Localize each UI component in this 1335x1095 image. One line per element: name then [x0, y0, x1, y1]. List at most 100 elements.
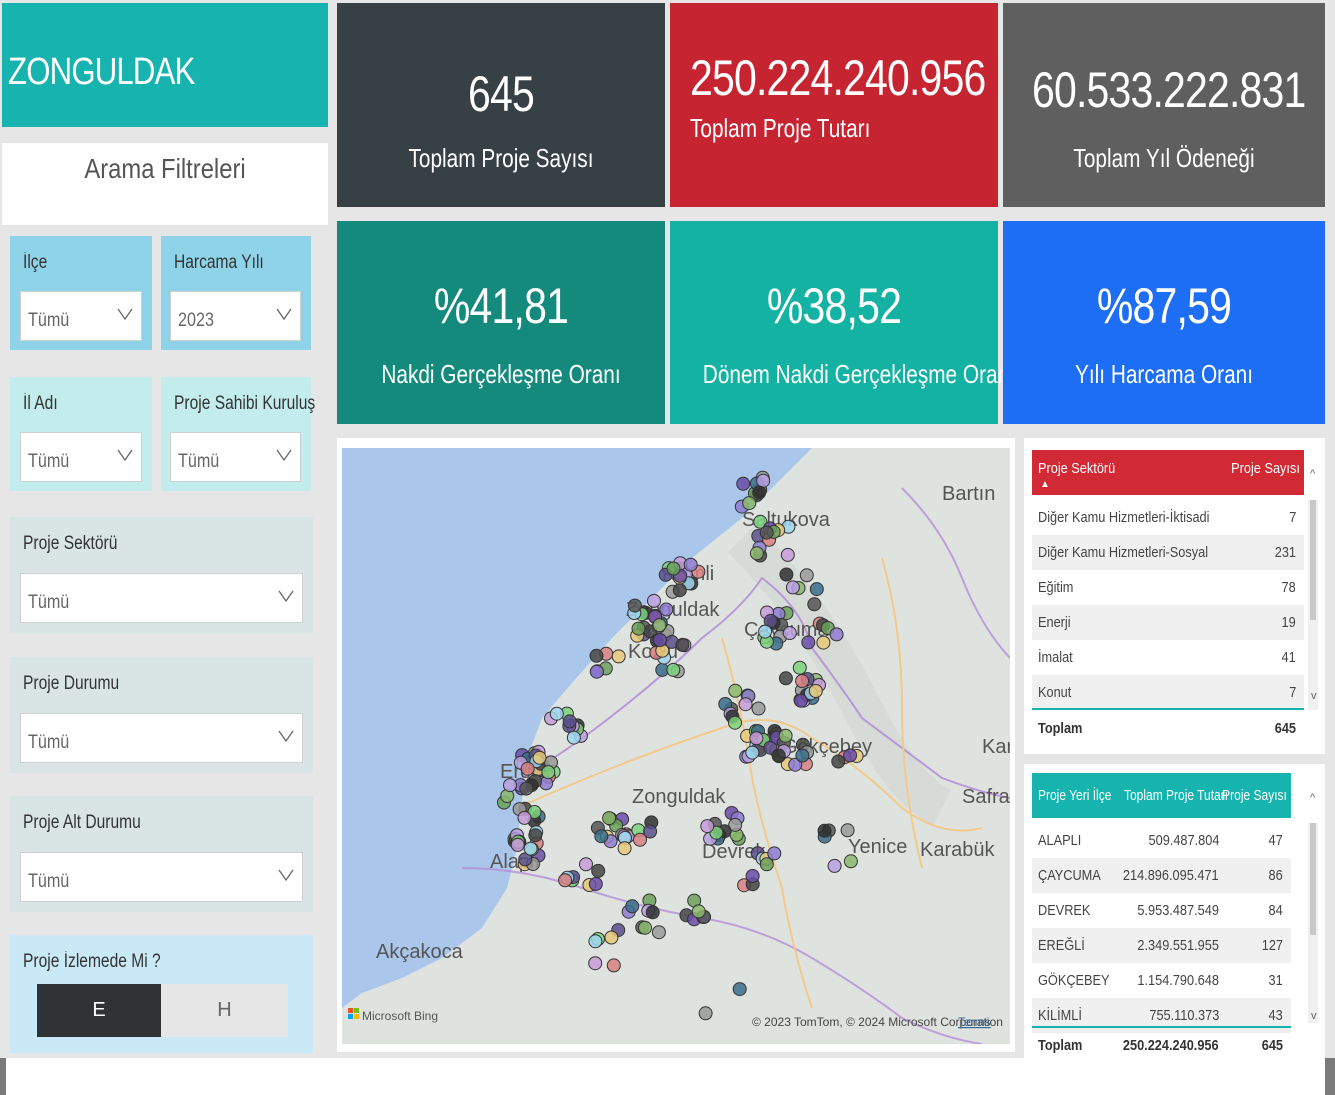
map-project-marker[interactable] [541, 765, 556, 780]
map-project-marker[interactable] [778, 728, 793, 743]
il-adi-dropdown[interactable]: Tümü [20, 432, 142, 482]
map-project-marker[interactable] [588, 934, 603, 949]
map-project-marker[interactable] [745, 745, 760, 760]
map-project-marker[interactable] [691, 904, 706, 919]
map-project-marker[interactable] [683, 557, 698, 572]
map-project-marker[interactable] [728, 715, 742, 730]
map-project-marker[interactable] [732, 982, 747, 997]
map-project-marker[interactable] [672, 583, 687, 598]
map-project-marker[interactable] [503, 778, 517, 793]
map-project-marker[interactable] [759, 525, 774, 540]
map-project-marker[interactable] [749, 546, 764, 561]
table-row[interactable]: Eğitim 78 [1032, 570, 1304, 605]
terms-link[interactable]: Terms [958, 1015, 991, 1029]
scroll-up-icon[interactable]: ^ [1310, 792, 1315, 804]
map-project-marker[interactable] [829, 627, 844, 642]
proje-alt-durumu-dropdown[interactable]: Tümü [20, 852, 303, 902]
scroll-thumb[interactable] [1310, 500, 1316, 620]
map-project-marker[interactable] [827, 858, 842, 873]
map-project-marker[interactable] [594, 829, 609, 844]
header-proje-sayisi[interactable]: Proje Sayısı [1222, 787, 1287, 804]
map-project-marker[interactable] [510, 837, 525, 852]
map-project-marker[interactable] [698, 1006, 713, 1021]
table-row[interactable]: ÇAYCUMA 214.896.095.471 86 [1032, 858, 1291, 893]
map-project-marker[interactable] [807, 597, 822, 612]
map-project-marker[interactable] [606, 958, 621, 973]
scroll-down-icon[interactable]: v [1311, 1010, 1317, 1022]
option-e-button[interactable]: E [37, 984, 161, 1037]
map-project-marker[interactable] [700, 819, 715, 834]
header-proje-sayisi[interactable]: Proje Sayısı [1231, 460, 1300, 477]
map-project-marker[interactable] [666, 561, 681, 576]
map-project-marker[interactable] [617, 841, 632, 856]
map-project-marker[interactable] [767, 846, 782, 861]
map-project-marker[interactable] [742, 496, 757, 511]
map-project-marker[interactable] [843, 748, 858, 763]
map-project-marker[interactable] [549, 706, 564, 721]
map-project-marker[interactable] [793, 693, 808, 708]
district-scrollbar[interactable] [1308, 823, 1318, 1023]
table-row[interactable]: Diğer Kamu Hizmetleri-Sosyal 231 [1032, 535, 1304, 570]
proje-sektoru-dropdown[interactable]: Tümü [20, 573, 303, 623]
map-project-marker[interactable] [728, 683, 743, 698]
table-row[interactable]: Diğer Kamu Hizmetleri-İktisadi 7 [1032, 500, 1304, 535]
map-project-marker[interactable] [631, 621, 646, 636]
map-project-marker[interactable] [647, 593, 661, 608]
proje-sahibi-dropdown[interactable]: Tümü [170, 432, 301, 482]
map-project-marker[interactable] [809, 582, 824, 597]
map-project-marker[interactable] [745, 869, 760, 883]
harcama-yili-dropdown[interactable]: 2023 [170, 291, 301, 341]
map-project-marker[interactable] [638, 920, 652, 935]
map-project-marker[interactable] [801, 635, 816, 650]
map-project-marker[interactable] [840, 823, 855, 838]
map-project-marker[interactable] [736, 476, 751, 491]
map-project-marker[interactable] [566, 730, 581, 745]
map-project-marker[interactable] [785, 580, 800, 595]
map-project-marker[interactable] [604, 930, 619, 945]
table-row[interactable]: Konut 7 [1032, 675, 1304, 710]
map-project-marker[interactable] [771, 748, 786, 763]
map-project-marker[interactable] [532, 750, 547, 765]
map-project-marker[interactable] [602, 811, 617, 826]
table-row[interactable]: Enerji 19 [1032, 605, 1304, 640]
map-project-marker[interactable] [831, 754, 846, 769]
map-project-marker[interactable] [652, 633, 667, 647]
map-project-marker[interactable] [611, 649, 626, 664]
map-project-marker[interactable] [651, 925, 666, 940]
map-project-marker[interactable] [558, 873, 573, 888]
map-project-marker[interactable] [751, 701, 766, 716]
scroll-thumb[interactable] [1310, 823, 1316, 935]
map-project-marker[interactable] [625, 899, 640, 914]
table-row[interactable]: ALAPLI 509.487.804 47 [1032, 823, 1291, 858]
map-project-marker[interactable] [652, 618, 667, 633]
map-project-marker[interactable] [519, 781, 534, 796]
map-project-marker[interactable] [752, 485, 767, 500]
map-project-marker[interactable] [778, 671, 793, 686]
table-row[interactable]: GÖKÇEBEY 1.154.790.648 31 [1032, 963, 1291, 998]
map-project-marker[interactable] [591, 863, 606, 878]
map-project-marker[interactable] [795, 674, 810, 688]
map-project-marker[interactable] [808, 684, 823, 698]
map-project-marker[interactable] [795, 748, 810, 763]
header-toplam-proje-tutari[interactable]: Toplam Proje Tutarı [1124, 787, 1228, 804]
map-project-marker[interactable] [523, 841, 538, 856]
scroll-down-icon[interactable]: v [1311, 690, 1317, 702]
map-project-marker[interactable] [779, 567, 794, 582]
map-project-marker[interactable] [659, 602, 674, 617]
map-project-marker[interactable] [799, 568, 814, 583]
map-project-marker[interactable] [579, 857, 593, 872]
map-project-marker[interactable] [627, 598, 642, 613]
map-project-marker[interactable] [517, 810, 532, 825]
ilce-dropdown[interactable]: Tümü [20, 291, 142, 341]
map-project-marker[interactable] [675, 637, 690, 652]
sort-ascending-icon[interactable]: ▲ [1040, 479, 1050, 490]
map-project-marker[interactable] [528, 828, 543, 843]
map-project-marker[interactable] [756, 473, 771, 488]
header-proje-sektoru[interactable]: Proje Sektörü [1038, 460, 1115, 477]
map-project-marker[interactable] [782, 626, 797, 640]
table-row[interactable]: DEVREK 5.953.487.549 84 [1032, 893, 1291, 928]
map-canvas[interactable]: Bartın Kilimli Zonguldak Kozlu Çaycuma K… [342, 448, 1010, 1044]
map-project-marker[interactable] [588, 956, 603, 971]
map-project-marker[interactable] [816, 635, 831, 650]
map-project-marker[interactable] [817, 823, 832, 838]
